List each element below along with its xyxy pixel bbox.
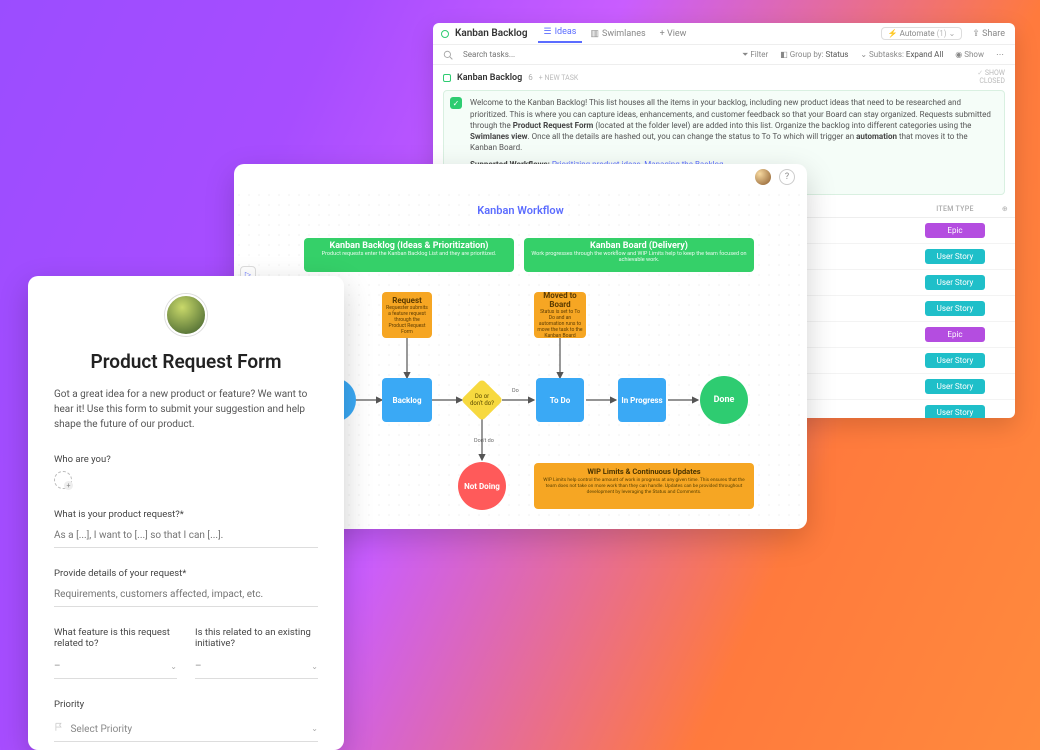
cell-type: User Story — [915, 269, 995, 295]
node-request[interactable]: Request Requester submits a feature requ… — [382, 292, 432, 338]
chevron-down-icon: ⌄ — [311, 662, 318, 671]
workflow-title: Kanban Workflow — [477, 204, 563, 217]
details-label: Provide details of your request* — [54, 568, 318, 579]
list-name: Kanban Backlog — [457, 73, 522, 83]
who-picker[interactable] — [54, 471, 72, 489]
chevron-down-icon: ⌄ — [311, 724, 318, 733]
cell-type: User Story — [915, 399, 995, 418]
filter-icon: ⏷ — [742, 50, 748, 59]
feature-label: What feature is this request related to? — [54, 627, 177, 649]
node-notdoing[interactable]: Not Doing — [458, 462, 506, 510]
subtasks-button[interactable]: ⌄ Subtasks: Expand All — [860, 50, 943, 59]
header-actions: ⚡ Automate (1) ⌄ ⇪ Share — [881, 27, 1005, 40]
cell-type: User Story — [915, 295, 995, 321]
share-button[interactable]: ⇪ Share — [972, 29, 1005, 39]
initiative-select[interactable]: –⌄ — [195, 655, 318, 679]
eye-icon: ◉ — [955, 50, 962, 59]
cell-type: Epic — [915, 321, 995, 347]
priority-select[interactable]: Select Priority ⌄ — [54, 716, 318, 742]
subtask-icon: ⌄ — [860, 50, 867, 59]
node-backlog[interactable]: Backlog — [382, 378, 432, 422]
chevron-down-icon: ⌄ — [949, 29, 956, 38]
share-icon: ⇪ — [972, 29, 980, 39]
col-type: ITEM TYPE — [915, 201, 995, 218]
search-icon — [443, 50, 453, 60]
priority-label: Priority — [54, 699, 318, 710]
node-todo[interactable]: To Do — [536, 378, 584, 422]
form-avatar — [165, 294, 207, 336]
lane-backlog: Kanban Backlog (Ideas & Prioritization) … — [304, 238, 514, 272]
chevron-down-icon: ⌄ — [170, 662, 177, 671]
node-done[interactable]: Done — [700, 376, 748, 424]
swimlane-icon: ▥ — [590, 29, 599, 39]
collapse-icon[interactable] — [443, 74, 451, 82]
group-icon: ◧ — [780, 50, 788, 59]
node-inprogress[interactable]: In Progress — [618, 378, 666, 422]
who-label: Who are you? — [54, 454, 318, 465]
user-avatar[interactable] — [755, 169, 771, 185]
backlog-toolbar: ⏷ Filter ◧ Group by: Status ⌄ Subtasks: … — [433, 45, 1015, 65]
request-input[interactable] — [54, 526, 318, 548]
tab-swimlanes[interactable]: ▥Swimlanes — [584, 25, 651, 43]
new-task-button[interactable]: + NEW TASK — [539, 74, 579, 82]
cell-type: User Story — [915, 243, 995, 269]
feature-select[interactable]: –⌄ — [54, 655, 177, 679]
show-button[interactable]: ◉ Show — [955, 50, 984, 59]
list-header-row: Kanban Backlog 6 + NEW TASK ✓ SHOW CLOSE… — [433, 65, 1015, 90]
label-do: Do — [512, 388, 519, 394]
label-dont: Don't do — [474, 438, 494, 444]
automate-button[interactable]: ⚡ Automate (1) ⌄ — [881, 27, 963, 40]
check-icon: ✓ — [450, 97, 462, 109]
show-closed-toggle[interactable]: ✓ SHOW CLOSED — [977, 70, 1005, 85]
add-view[interactable]: + View — [654, 25, 693, 43]
group-by-button[interactable]: ◧ Group by: Status — [780, 50, 848, 59]
form-title: Product Request Form — [54, 350, 318, 373]
request-label: What is your product request?* — [54, 509, 318, 520]
list-status-icon — [441, 30, 449, 38]
filter-button[interactable]: ⏷ Filter — [742, 50, 768, 60]
backlog-header: Kanban Backlog ☰Ideas ▥Swimlanes + View … — [433, 23, 1015, 45]
initiative-label: Is this related to an existing initiativ… — [195, 627, 318, 649]
cell-type: Epic — [915, 217, 995, 243]
help-icon[interactable]: ? — [779, 169, 795, 185]
list-count: 6 — [528, 73, 533, 82]
tab-ideas[interactable]: ☰Ideas — [538, 25, 583, 43]
more-icon[interactable]: ⋯ — [996, 50, 1005, 59]
cell-type: User Story — [915, 347, 995, 373]
node-decision[interactable]: Do or don't do? — [461, 379, 503, 421]
form-intro: Got a great idea for a new product or fe… — [54, 387, 318, 432]
add-col-button[interactable]: ⊕ — [995, 201, 1015, 218]
details-input[interactable] — [54, 585, 318, 607]
bolt-icon: ⚡ — [888, 29, 898, 38]
lane-board: Kanban Board (Delivery) Work progresses … — [524, 238, 754, 272]
wip-limits-box: WIP Limits & Continuous Updates WIP Limi… — [534, 463, 754, 509]
cell-type: User Story — [915, 373, 995, 399]
node-moved[interactable]: Moved to Board Status is set to To Do an… — [534, 292, 586, 338]
flag-icon — [54, 722, 64, 732]
view-tabs: ☰Ideas ▥Swimlanes + View — [538, 25, 693, 43]
workflow-header: ? — [234, 164, 807, 190]
list-icon: ☰ — [544, 27, 552, 37]
product-request-form-panel: Product Request Form Got a great idea fo… — [28, 276, 344, 750]
search-input[interactable] — [463, 50, 583, 59]
backlog-title: Kanban Backlog — [455, 28, 528, 39]
